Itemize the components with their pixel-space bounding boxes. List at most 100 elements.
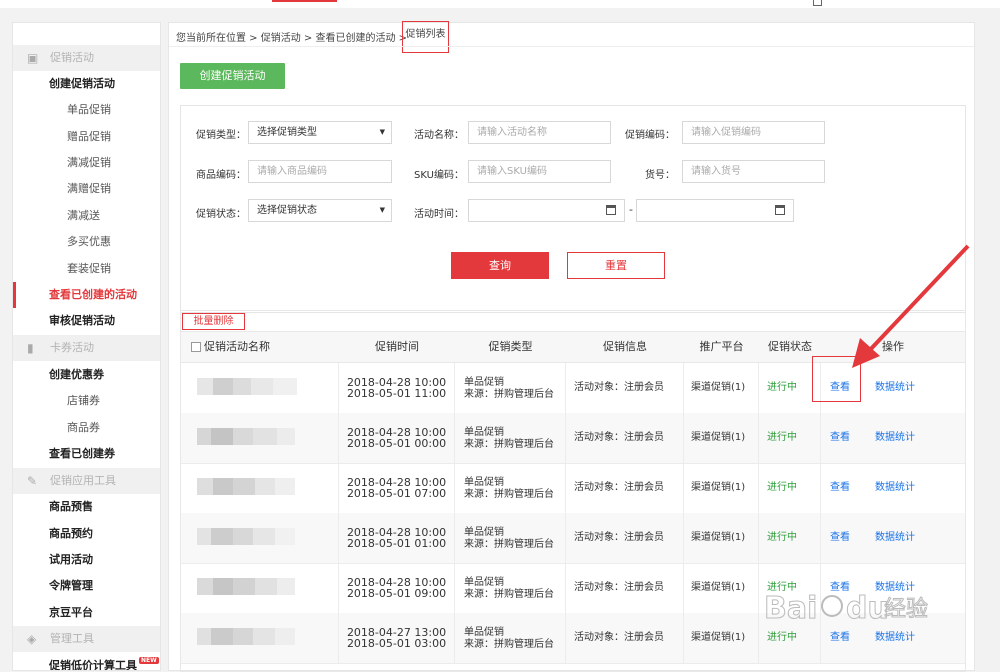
view-link[interactable]: 查看 bbox=[830, 432, 854, 444]
caret-down-icon: ▼ bbox=[379, 128, 385, 136]
promo-time-cell: 2018-04-27 13:00 2018-05-01 03:00 bbox=[339, 613, 455, 663]
promo-status-select[interactable]: 选择促销状态 ▼ bbox=[248, 199, 392, 222]
sidebar-item-full-gift-promo[interactable]: 满赠促销 bbox=[13, 176, 160, 202]
highlight-box bbox=[812, 356, 861, 402]
status-text: 进行中 bbox=[767, 582, 797, 593]
sidebar-item-low-price-tool[interactable]: 促销低价计算工具 NEW bbox=[13, 653, 160, 670]
sidebar-item-reservation[interactable]: 商品预约 bbox=[13, 521, 160, 547]
promo-info: 活动对象：注册会员 bbox=[574, 582, 664, 593]
batch-delete-button[interactable]: 批量删除 bbox=[182, 313, 245, 330]
promo-type-select[interactable]: 选择促销类型 ▼ bbox=[248, 121, 392, 144]
actions-cell: 查看 数据统计 bbox=[821, 563, 965, 613]
blurred-name bbox=[197, 478, 297, 495]
create-promo-button[interactable]: 创建促销活动 bbox=[180, 63, 285, 89]
sidebar-group-management[interactable]: ◈ 管理工具 bbox=[13, 626, 160, 652]
sidebar-item-create-coupon[interactable]: 创建优惠券 bbox=[13, 362, 160, 388]
query-button[interactable]: 查询 bbox=[451, 252, 549, 279]
sidebar-item-trial[interactable]: 试用活动 bbox=[13, 547, 160, 573]
promo-type-cell: 单品促销 来源：拼购管理后台 bbox=[455, 413, 566, 463]
stats-link[interactable]: 数据统计 bbox=[875, 482, 925, 494]
status-cell: 进行中 bbox=[759, 613, 821, 663]
sidebar-item-view-created[interactable]: 查看已创建的活动 bbox=[13, 282, 160, 308]
promo-type: 单品促销 bbox=[464, 377, 504, 388]
promo-info-cell: 活动对象：注册会员 bbox=[566, 513, 684, 563]
table-row: 2018-04-28 10:00 2018-05-01 07:00 单品促销 来源：拼… bbox=[181, 463, 965, 514]
sidebar-item-presale[interactable]: 商品预售 bbox=[13, 494, 160, 520]
promo-source: 来源：拼购管理后台 bbox=[464, 589, 554, 600]
calendar-icon[interactable] bbox=[606, 205, 616, 215]
table-row: 2018-04-27 13:00 2018-05-01 03:00 单品促销 来源：拼… bbox=[181, 613, 965, 664]
sidebar-group-tools[interactable]: ✎ 促销应用工具 bbox=[13, 468, 160, 494]
sidebar-item-store-coupon[interactable]: 店铺券 bbox=[13, 388, 160, 414]
calendar-icon[interactable] bbox=[775, 205, 785, 215]
shopping-bag-icon: ▣ bbox=[27, 51, 39, 65]
promo-type-cell: 单品促销 来源：拼购管理后台 bbox=[455, 563, 566, 613]
promo-type-label: 促销类型： bbox=[196, 130, 246, 141]
product-code-input[interactable]: 请输入商品编码 bbox=[248, 160, 392, 183]
sidebar-item-full-reduce-gift[interactable]: 满减送 bbox=[13, 203, 160, 229]
sidebar-item-product-coupon[interactable]: 商品券 bbox=[13, 415, 160, 441]
sidebar-item-bundle-promo[interactable]: 套装促销 bbox=[13, 256, 160, 282]
platform: 渠道促销(1) bbox=[691, 532, 746, 543]
time-end: 2018-05-01 03:00 bbox=[346, 637, 447, 650]
promo-info-cell: 活动对象：注册会员 bbox=[566, 363, 684, 413]
activity-name-input[interactable]: 请输入活动名称 bbox=[468, 121, 611, 144]
stats-link[interactable]: 数据统计 bbox=[875, 532, 925, 544]
cart-icon[interactable] bbox=[813, 0, 822, 6]
sidebar: ▣ 促销活动 创建促销活动 单品促销 赠品促销 满减促销 满赠促销 满减送 多买… bbox=[12, 22, 161, 671]
stats-link[interactable]: 数据统计 bbox=[875, 632, 925, 644]
status-text: 进行中 bbox=[767, 482, 797, 493]
promo-source: 来源：拼购管理后台 bbox=[464, 639, 554, 650]
promo-source: 来源：拼购管理后台 bbox=[464, 489, 554, 500]
stats-link[interactable]: 数据统计 bbox=[875, 432, 925, 444]
sidebar-item-view-coupons[interactable]: 查看已创建券 bbox=[13, 441, 160, 467]
status-cell: 进行中 bbox=[759, 513, 821, 563]
filter-panel: 促销类型： 选择促销类型 ▼ 活动名称： 请输入活动名称 促销编码： 请输入促销… bbox=[180, 105, 966, 313]
start-date-input[interactable] bbox=[468, 199, 625, 222]
promo-time-cell: 2018-04-28 10:00 2018-05-01 09:00 bbox=[339, 563, 455, 613]
status-cell: 进行中 bbox=[759, 413, 821, 463]
sidebar-group-coupon[interactable]: ▮ 卡券活动 bbox=[13, 335, 160, 361]
sidebar-item-gift-promo[interactable]: 赠品促销 bbox=[13, 124, 160, 150]
view-link[interactable]: 查看 bbox=[830, 632, 854, 644]
sidebar-item-single-promo[interactable]: 单品促销 bbox=[13, 97, 160, 123]
pencil-icon: ✎ bbox=[27, 474, 38, 488]
time-end: 2018-05-01 11:00 bbox=[346, 387, 447, 400]
sidebar-item-multi-buy[interactable]: 多买优惠 bbox=[13, 229, 160, 255]
blurred-name bbox=[197, 378, 297, 395]
platform: 渠道促销(1) bbox=[691, 382, 746, 393]
promo-info: 活动对象：注册会员 bbox=[574, 532, 664, 543]
sku-input[interactable]: 请输入SKU编码 bbox=[468, 160, 611, 183]
promo-code-input[interactable]: 请输入促销编码 bbox=[682, 121, 825, 144]
header-time: 促销时间 bbox=[375, 340, 419, 353]
stats-link[interactable]: 数据统计 bbox=[875, 582, 925, 594]
view-link[interactable]: 查看 bbox=[830, 482, 854, 494]
sidebar-item-token[interactable]: 令牌管理 bbox=[13, 573, 160, 599]
sidebar-item-jingdou[interactable]: 京豆平台 bbox=[13, 600, 160, 626]
platform: 渠道促销(1) bbox=[691, 632, 746, 643]
end-date-input[interactable] bbox=[636, 199, 794, 222]
platform-cell: 渠道促销(1) bbox=[684, 413, 759, 463]
sidebar-group-promo[interactable]: ▣ 促销活动 bbox=[13, 45, 160, 71]
select-all-checkbox[interactable] bbox=[191, 342, 201, 352]
actions-cell: 查看 数据统计 bbox=[821, 463, 965, 513]
view-link[interactable]: 查看 bbox=[830, 532, 854, 544]
platform-cell: 渠道促销(1) bbox=[684, 563, 759, 613]
item-no-input[interactable]: 请输入货号 bbox=[682, 160, 825, 183]
promo-name-cell bbox=[181, 513, 339, 563]
sidebar-item-review-promo[interactable]: 审核促销活动 bbox=[13, 308, 160, 334]
sku-label: SKU编码： bbox=[414, 170, 464, 181]
sidebar-item-discount-promo[interactable]: 满减促销 bbox=[13, 150, 160, 176]
promo-time-cell: 2018-04-28 10:00 2018-05-01 11:00 bbox=[339, 363, 455, 413]
view-link[interactable]: 查看 bbox=[830, 582, 854, 594]
status-text: 进行中 bbox=[767, 432, 797, 443]
promo-info: 活动对象：注册会员 bbox=[574, 482, 664, 493]
platform-cell: 渠道促销(1) bbox=[684, 613, 759, 663]
reset-button[interactable]: 重置 bbox=[567, 252, 665, 279]
new-badge: NEW bbox=[139, 657, 159, 664]
promo-source: 来源：拼购管理后台 bbox=[464, 539, 554, 550]
promo-info-cell: 活动对象：注册会员 bbox=[566, 413, 684, 463]
stats-link[interactable]: 数据统计 bbox=[875, 382, 925, 394]
main-panel: 您当前所在位置 > 促销活动 > 查看已创建的活动 > 促销列表 创建促销活动 … bbox=[168, 21, 975, 672]
sidebar-item-create-promo[interactable]: 创建促销活动 bbox=[13, 71, 160, 97]
